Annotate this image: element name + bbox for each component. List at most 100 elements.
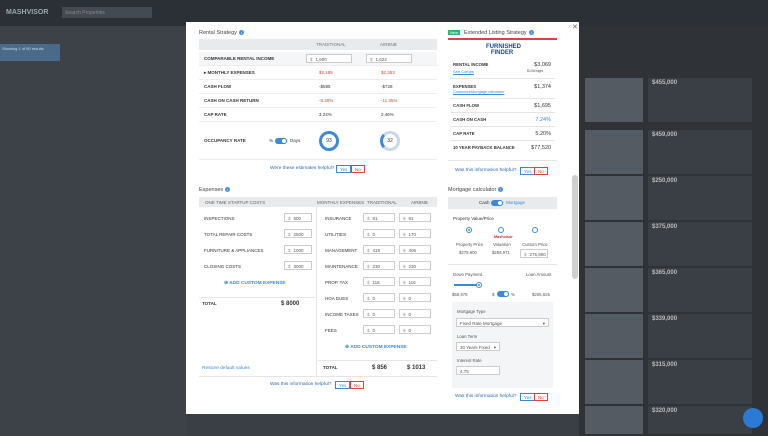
startup-label: FURNITURE & APPLIANCES [204, 248, 264, 253]
hoa-airbnb[interactable]: $0 [399, 293, 431, 302]
maintenance-traditional[interactable]: $230 [363, 261, 395, 270]
income-tax-traditional[interactable]: $0 [363, 309, 395, 318]
listing-card[interactable]: $339,000 [648, 314, 752, 358]
col-traditional: TRADITIONAL [367, 200, 397, 205]
down-payment-slider[interactable] [454, 284, 478, 286]
slider-handle[interactable] [476, 282, 482, 288]
property-price-radio[interactable] [466, 227, 472, 233]
monthly-expenses-row[interactable]: ▸ MONTHLY EXPENSES $2,195 $2,353 [199, 66, 437, 80]
prop-tax-traditional[interactable]: $116 [363, 277, 395, 286]
interest-rate-input[interactable]: 4.75 [456, 366, 500, 375]
inspections-input[interactable]: $500 [284, 213, 312, 222]
search-input[interactable]: Search Properties [62, 7, 152, 18]
coc-return-row: CASH ON CASH RETURN -9.28% -11.35% [199, 94, 437, 108]
listing-thumb[interactable] [585, 360, 643, 404]
mortgage-type-select[interactable]: Fixed Rate Mortgage ▾ [456, 318, 549, 327]
restore-defaults-link[interactable]: Restore default values [202, 366, 250, 371]
yes-button[interactable]: Yes [335, 381, 351, 389]
listing-card[interactable]: $320,000 [648, 406, 752, 434]
custom-price-input[interactable]: $275,900 [520, 249, 548, 258]
col-airbnb: AIRBNB [380, 42, 397, 47]
modal-scrollbar[interactable] [572, 175, 578, 279]
closing-costs-input[interactable]: $3000 [284, 261, 312, 270]
add-custom-monthly-button[interactable]: ⊕ ADD CUSTOM EXPENSE [345, 345, 407, 350]
listing-card[interactable]: $250,000 [648, 176, 752, 220]
listing-thumb[interactable] [585, 314, 643, 358]
traditional-income-input[interactable]: $1,600 [306, 54, 352, 63]
map-area[interactable] [0, 26, 186, 436]
insurance-airbnb[interactable]: $91 [399, 213, 431, 222]
estimates-question: Were these estimates helpful? [270, 166, 335, 171]
results-badge: Showing 1 of 50 results [0, 44, 60, 61]
opt-valuation: Valuation [493, 242, 511, 247]
listing-card[interactable]: $375,000 [648, 222, 752, 266]
pct-label: % [269, 138, 274, 143]
management-airbnb[interactable]: $406 [399, 245, 431, 254]
mortgage-calc-link[interactable]: Mortgage calculator [471, 90, 504, 94]
opt-property-price: Property Price [456, 242, 484, 247]
repair-costs-input[interactable]: $2500 [284, 229, 312, 238]
divider [199, 297, 315, 298]
extended-title: Extended Listing Strategy i [464, 30, 534, 36]
col-airbnb: AIRBNB [411, 200, 428, 205]
monthly-total-airbnb: $ 1013 [407, 365, 426, 371]
utilities-airbnb[interactable]: $170 [399, 229, 431, 238]
yes-button[interactable]: Yes [336, 165, 352, 173]
listing-thumb[interactable] [585, 78, 643, 122]
customize-link[interactable]: Customize [453, 90, 471, 94]
furniture-input[interactable]: $1000 [284, 245, 312, 254]
management-traditional[interactable]: $419 [363, 245, 395, 254]
maintenance-airbnb[interactable]: $230 [399, 261, 431, 270]
monthly-label: MANAGEMENT [325, 248, 358, 253]
mashvisor-logo: Mashvisor [494, 235, 513, 239]
prop-tax-airbnb[interactable]: $116 [399, 277, 431, 286]
no-button[interactable]: No [351, 165, 365, 173]
no-button[interactable]: No [350, 381, 364, 389]
down-payment-label: Down Payment [453, 272, 483, 277]
info-icon[interactable]: i [498, 187, 504, 193]
listing-card[interactable]: $459,000 [648, 130, 752, 174]
no-button[interactable]: No [534, 393, 548, 401]
fees-airbnb[interactable]: $0 [399, 325, 431, 334]
loan-term-select[interactable]: 30 Years Fixed ▾ [456, 342, 500, 351]
utilities-traditional[interactable]: $0 [363, 229, 395, 238]
pv-label: Property Value/Price [453, 216, 494, 221]
insurance-traditional[interactable]: $91 [363, 213, 395, 222]
info-icon[interactable]: i [238, 30, 244, 36]
see-comps-link[interactable]: See Comps [453, 69, 474, 74]
startup-total-value: $ 8000 [281, 301, 300, 307]
listing-thumb[interactable] [585, 406, 643, 434]
down-unit-toggle[interactable] [497, 291, 509, 297]
info-icon[interactable]: i [528, 30, 534, 36]
chat-icon[interactable] [743, 408, 763, 428]
airbnb-income-input[interactable]: $1,624 [366, 54, 412, 63]
listing-thumb[interactable] [585, 222, 643, 266]
custom-price-radio[interactable] [532, 227, 538, 233]
cash-mortgage-toggle[interactable] [491, 200, 503, 206]
add-custom-expense-button[interactable]: ⊕ ADD CUSTOM EXPENSE [224, 281, 286, 286]
fees-traditional[interactable]: $0 [363, 325, 395, 334]
loan-amount-value: $206,925 [532, 292, 550, 297]
startup-header: ONE TIME STARTUP COSTS [205, 200, 266, 205]
close-icon[interactable]: ✕ [572, 23, 763, 31]
income-tax-airbnb[interactable]: $0 [399, 309, 431, 318]
info-icon[interactable]: i [225, 187, 231, 193]
days-label: Days [290, 138, 301, 143]
col-traditional: TRADITIONAL [316, 42, 346, 47]
startup-label: CLOSING COSTS [204, 264, 242, 269]
occupancy-toggle[interactable] [275, 138, 287, 144]
divider [199, 376, 437, 377]
divider [448, 160, 557, 161]
listing-card[interactable]: $315,000 [648, 360, 752, 404]
no-button[interactable]: No [534, 167, 548, 175]
cash-label: Cash [479, 200, 490, 205]
listing-thumb[interactable] [585, 176, 643, 220]
listing-card[interactable]: $365,000 [648, 268, 752, 312]
ext-question: Was this information helpful? [455, 168, 517, 173]
listing-thumb[interactable] [585, 130, 643, 174]
valuation-radio[interactable] [498, 227, 504, 233]
logo: MASHVISOR [6, 9, 49, 16]
listing-thumb[interactable] [585, 268, 643, 312]
hoa-traditional[interactable]: $0 [363, 293, 395, 302]
listing-card[interactable]: $455,000 [648, 78, 752, 122]
